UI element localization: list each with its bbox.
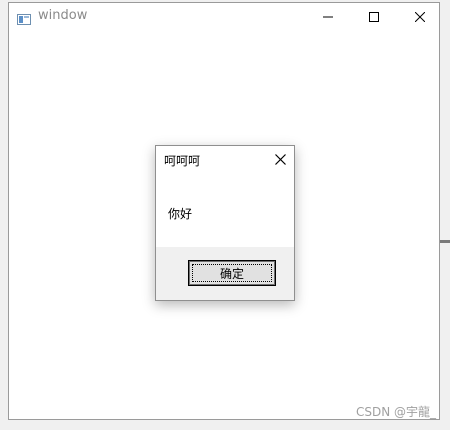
minimize-button[interactable] [305,3,351,31]
window-title: window [38,8,88,23]
message-dialog: 呵呵呵 你好 确定 [155,145,295,301]
minimize-icon [323,16,333,18]
close-button[interactable] [397,3,443,31]
close-icon [274,153,286,165]
dialog-button-bar: 确定 [156,247,294,300]
app-icon [17,10,31,25]
dialog-close-button[interactable] [272,151,288,167]
ok-button-label: 确定 [219,266,244,281]
watermark: CSDN @宇龍_ [355,405,436,419]
dialog-message: 你好 [168,207,193,221]
close-icon [415,12,425,22]
dialog-title: 呵呵呵 [164,154,201,168]
ok-button[interactable]: 确定 [188,260,276,286]
maximize-icon [369,12,379,22]
maximize-button[interactable] [351,3,397,31]
background-window-edge [440,240,450,243]
main-window: window 呵呵呵 你好 确定 [8,2,440,420]
title-bar[interactable]: window [9,3,439,31]
